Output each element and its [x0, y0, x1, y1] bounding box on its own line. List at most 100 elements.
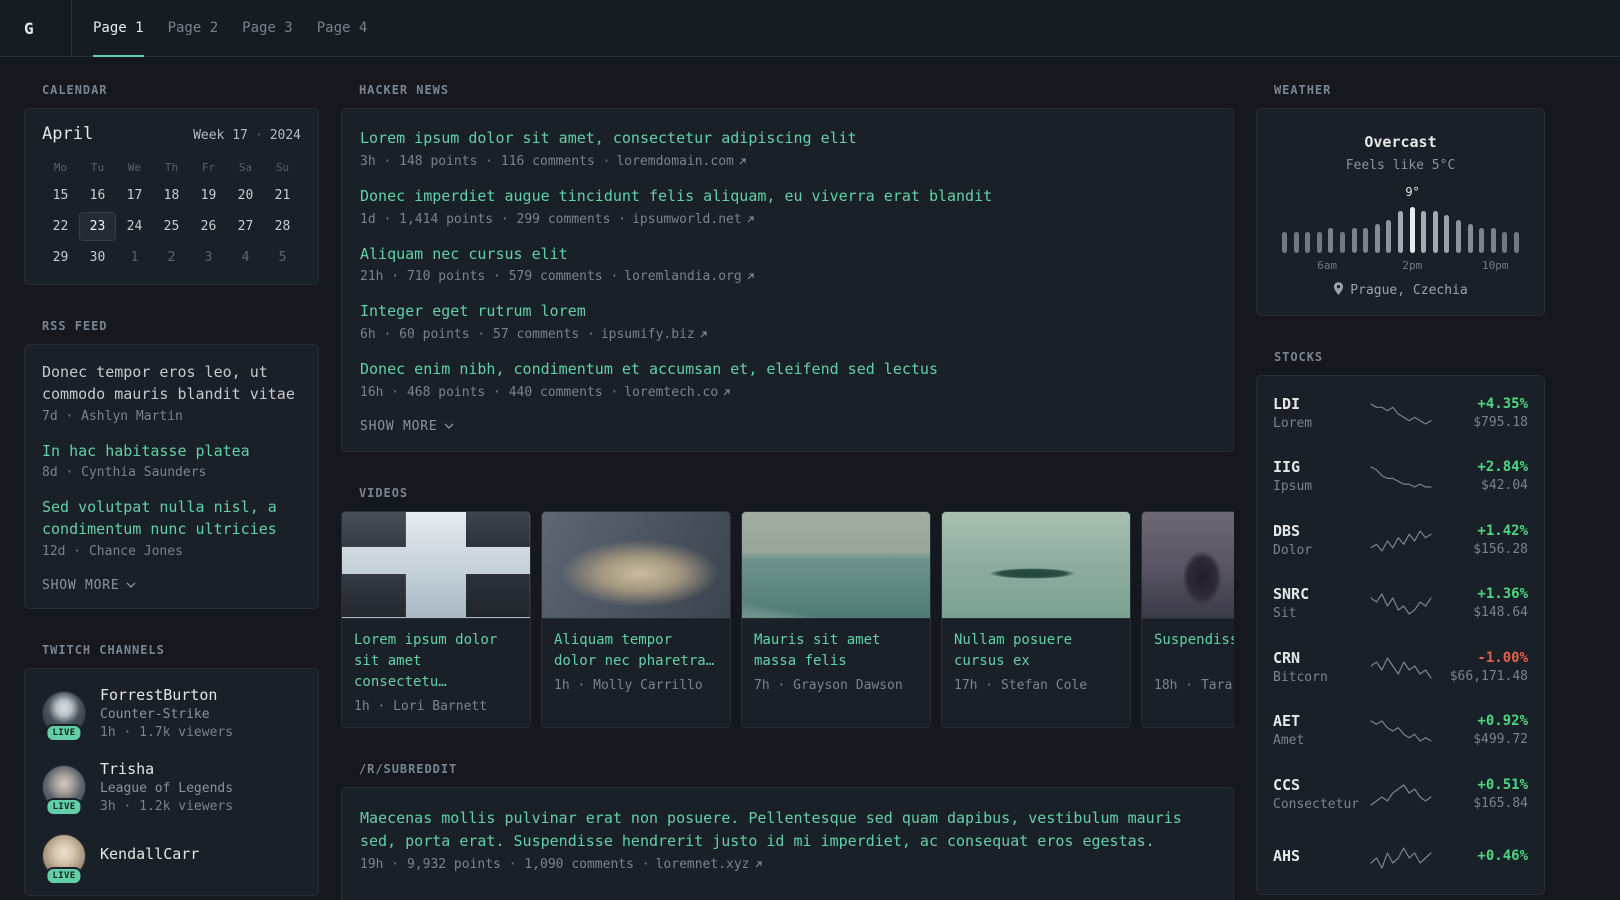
video-meta: 7h · Grayson Dawson — [754, 677, 903, 693]
calendar-day-header: We — [127, 161, 142, 174]
stock-ticker: CRN — [1273, 648, 1301, 667]
tab-page-3[interactable]: Page 3 — [242, 0, 293, 56]
video-card[interactable]: Aliquam tempor dolor nec pharetra… 1h · … — [541, 510, 731, 728]
rss-show-more-button[interactable]: SHOW MORE — [42, 576, 136, 595]
calendar-day: 16 — [89, 188, 106, 203]
calendar-day-next-month: 5 — [278, 250, 287, 265]
stock-ticker: AET — [1273, 712, 1301, 731]
news-title-link[interactable]: Donec enim nibh, condimentum et accumsan… — [360, 359, 1215, 381]
chevron-down-icon — [126, 582, 136, 589]
news-source-link[interactable]: ipsumify.biz — [601, 327, 708, 342]
video-title-link[interactable]: Mauris sit amet massa felis — [754, 630, 918, 672]
news-source-link[interactable]: loremlandia.org — [624, 269, 754, 284]
calendar-week-year: Week 17 · 2024 — [193, 128, 301, 143]
avatar: LIVE — [42, 833, 86, 885]
section-title-videos: VIDEOS — [359, 485, 409, 500]
stock-row[interactable]: AET Amet +0.92% $499.72 — [1273, 699, 1528, 763]
section-title-weather: WEATHER — [1274, 83, 1332, 97]
stock-row[interactable]: CRN Bitcorn -1.00% $66,171.48 — [1273, 635, 1528, 699]
channel-name[interactable]: ForrestBurton — [100, 686, 233, 704]
app-logo[interactable]: G — [24, 0, 72, 56]
news-title-link[interactable]: Integer eget rutrum lorem — [360, 301, 1215, 323]
stock-ticker: SNRC — [1273, 585, 1310, 604]
weather-peak-label: 9° — [1405, 185, 1420, 199]
tab-page-1[interactable]: Page 1 — [93, 0, 144, 57]
calendar-day: 26 — [200, 219, 217, 234]
twitch-channel[interactable]: LIVE KendallCarr — [42, 833, 301, 885]
stock-row[interactable]: CCS Consectetur +0.51% $165.84 — [1273, 762, 1528, 826]
video-thumbnail[interactable] — [742, 511, 930, 619]
tab-page-2[interactable]: Page 2 — [168, 0, 219, 56]
weather-bar — [1444, 215, 1450, 253]
reddit-source-link[interactable]: loremnet.xyz — [656, 857, 763, 872]
calendar-day-header: Sa — [238, 161, 253, 174]
stock-name: Consectetur — [1273, 796, 1360, 812]
stock-name: Amet — [1273, 733, 1305, 749]
tab-page-4[interactable]: Page 4 — [317, 0, 368, 56]
rss-card: Donec tempor eros leo, ut commodo mauris… — [24, 344, 319, 609]
news-source-link[interactable]: loremdomain.com — [616, 154, 746, 169]
stock-price: $165.84 — [1473, 795, 1528, 811]
calendar-day: 22 — [52, 219, 69, 234]
video-card[interactable]: Suspendisse diam 18h · Tara — [1141, 510, 1234, 728]
hackernews-show-more-button[interactable]: SHOW MORE — [360, 417, 454, 436]
calendar-day-next-month: 4 — [241, 250, 250, 265]
twitch-channel[interactable]: LIVE ForrestBurton Counter-Strike 1h · 1… — [42, 686, 301, 742]
video-card[interactable]: Mauris sit amet massa felis 7h · Grayson… — [741, 510, 931, 728]
stock-sparkline — [1365, 400, 1436, 426]
twitch-card: LIVE ForrestBurton Counter-Strike 1h · 1… — [24, 667, 319, 896]
external-link-icon — [754, 860, 763, 869]
location-pin-icon — [1333, 282, 1344, 299]
stock-price: $499.72 — [1473, 732, 1528, 748]
news-title-link[interactable]: Lorem ipsum dolor sit amet, consectetur … — [360, 128, 1215, 150]
section-title-twitch: TWITCH CHANNELS — [42, 642, 165, 657]
news-source-link[interactable]: ipsumworld.net — [632, 212, 755, 227]
channel-name[interactable]: KendallCarr — [100, 845, 199, 863]
video-thumbnail[interactable] — [342, 511, 530, 619]
news-title-link[interactable]: Donec imperdiet augue tincidunt felis al… — [360, 186, 1215, 208]
stock-row[interactable]: DBS Dolor +1.42% $156.28 — [1273, 508, 1528, 572]
calendar-day: 19 — [200, 188, 217, 203]
stock-ticker: DBS — [1273, 521, 1301, 540]
hour-label: 2pm — [1402, 259, 1423, 272]
stock-row[interactable]: AHS +0.46% — [1273, 826, 1528, 890]
video-title-link[interactable]: Suspendisse diam — [1154, 630, 1234, 672]
weather-bar — [1374, 224, 1380, 253]
section-title-stocks: STOCKS — [1274, 350, 1324, 364]
weather-bar — [1293, 232, 1299, 253]
section-title-rss: RSS FEED — [42, 319, 108, 333]
video-thumbnail[interactable] — [942, 511, 1130, 619]
weather-bar — [1479, 228, 1485, 253]
stock-row[interactable]: IIG Ipsum +2.84% $42.04 — [1273, 445, 1528, 509]
rss-title-link[interactable]: In hac habitasse platea — [42, 441, 301, 463]
video-title-link[interactable]: Nullam posuere cursus ex — [954, 630, 1118, 672]
video-title-link[interactable]: Aliquam tempor dolor nec pharetra… — [554, 630, 718, 672]
news-title-link[interactable]: Aliquam nec cursus elit — [360, 244, 1215, 266]
calendar-day: 28 — [274, 219, 291, 234]
hour-label: 10pm — [1482, 259, 1509, 272]
video-thumbnail[interactable] — [542, 511, 730, 619]
weather-feels-like: Feels like 5°C — [1345, 158, 1456, 173]
reddit-post-title-link[interactable]: Maecenas mollis pulvinar erat non posuer… — [360, 807, 1215, 854]
videos-widget: VIDEOS Lorem ipsum dolor sit amet consec… — [341, 486, 1234, 728]
rss-title-link[interactable]: Donec tempor eros leo, ut commodo mauris… — [42, 362, 301, 406]
topbar: G Page 1 Page 2 Page 3 Page 4 — [0, 0, 1620, 57]
rss-title-link[interactable]: Sed volutpat nulla nisl, a condimentum n… — [42, 497, 301, 541]
video-card[interactable]: Lorem ipsum dolor sit amet consectetu… 1… — [341, 510, 531, 728]
stock-row[interactable]: LDI Lorem +4.35% $795.18 — [1273, 381, 1528, 445]
calendar-year: 2024 — [269, 128, 301, 143]
stock-row[interactable]: SNRC Sit +1.36% $148.64 — [1273, 572, 1528, 636]
twitch-channel[interactable]: LIVE Trisha League of Legends 3h · 1.2k … — [42, 760, 301, 816]
calendar-day-header: Fr — [201, 161, 216, 174]
external-link-icon — [738, 157, 747, 166]
video-title-link[interactable]: Lorem ipsum dolor sit amet consectetu… — [354, 630, 518, 693]
news-source-link[interactable]: loremtech.co — [624, 385, 731, 400]
dashboard: CALENDAR April Week 17 · 2024 Mo Tu We T… — [0, 57, 1620, 900]
video-card[interactable]: Nullam posuere cursus ex 17h · Stefan Co… — [941, 510, 1131, 728]
channel-name[interactable]: Trisha — [100, 760, 233, 778]
calendar-day: 30 — [89, 250, 106, 265]
right-column: WEATHER Overcast Feels like 5°C 9° 6am 2… — [1256, 83, 1545, 900]
news-item: Aliquam nec cursus elit 21h · 710 points… — [360, 244, 1215, 284]
video-thumbnail[interactable] — [1142, 511, 1234, 619]
section-title-calendar: CALENDAR — [42, 83, 108, 97]
